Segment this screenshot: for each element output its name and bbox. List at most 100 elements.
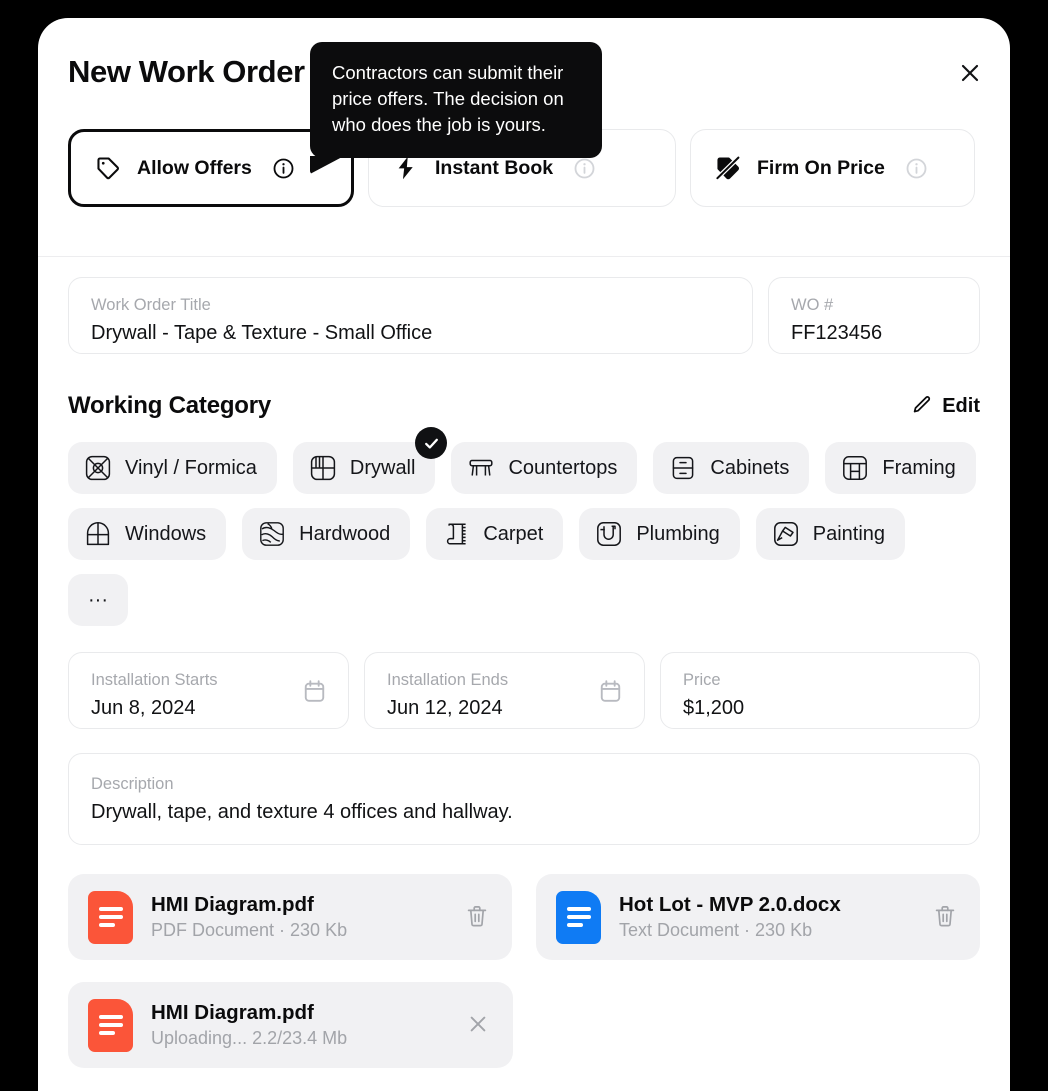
drywall-icon	[309, 454, 337, 482]
chip-vinyl-formica[interactable]: Vinyl / Formica	[68, 442, 277, 494]
installation-starts-field[interactable]: Installation Starts Jun 8, 2024	[68, 652, 349, 729]
field-value: Jun 12, 2024	[387, 697, 503, 719]
hardwood-icon	[258, 520, 286, 548]
vinyl-icon	[84, 454, 112, 482]
chip-label: Windows	[125, 522, 207, 545]
modal-header: New Work Order Allow Offers Instant Book…	[38, 18, 1010, 258]
tab-label: Allow Offers	[137, 156, 252, 179]
docx-file-icon	[556, 890, 601, 944]
header-divider	[38, 256, 1010, 258]
field-value: Drywall - Tape & Texture - Small Office	[91, 322, 433, 344]
chip-cabinets[interactable]: Cabinets	[653, 442, 810, 494]
tag-icon	[95, 155, 121, 181]
chip-painting[interactable]: Painting	[755, 508, 906, 560]
title-fields-row: Work Order Title Drywall - Tape & Textur…	[68, 277, 980, 354]
attachment-card[interactable]: HMI Diagram.pdf PDF Document · 230 Kb	[68, 874, 512, 960]
field-label: WO #	[791, 296, 834, 314]
page-title: New Work Order	[68, 54, 305, 89]
tab-label: Instant Book	[435, 156, 554, 179]
chip-label: Countertops	[508, 456, 618, 479]
chip-hardwood[interactable]: Hardwood	[242, 508, 411, 560]
chip-label: Framing	[882, 456, 956, 479]
attachment-meta: HMI Diagram.pdf Uploading... 2.2/23.4 Mb	[151, 999, 461, 1051]
field-label: Description	[91, 775, 174, 793]
info-icon[interactable]	[272, 157, 295, 180]
upload-status: Uploading... 2.2/23.4 Mb	[151, 1028, 348, 1048]
plumbing-icon	[595, 520, 623, 548]
carpet-icon	[442, 520, 470, 548]
tag-slashed-icon	[715, 155, 741, 181]
field-label: Price	[683, 671, 721, 689]
upload-progress-bar	[88, 1063, 493, 1068]
field-value: Jun 8, 2024	[91, 697, 196, 719]
chip-plumbing[interactable]: Plumbing	[579, 508, 740, 560]
attachment-name: Hot Lot - MVP 2.0.docx	[619, 893, 841, 916]
field-label: Work Order Title	[91, 296, 211, 314]
field-label: Installation Ends	[387, 671, 509, 689]
window-icon	[84, 520, 112, 548]
chip-label: Cabinets	[710, 456, 790, 479]
cancel-upload-button[interactable]	[461, 1008, 495, 1042]
painting-icon	[772, 520, 800, 548]
cabinet-icon	[669, 454, 697, 482]
attachment-meta: HMI Diagram.pdf PDF Document · 230 Kb	[151, 891, 460, 943]
framing-icon	[841, 454, 869, 482]
calendar-icon[interactable]	[302, 678, 327, 703]
info-icon[interactable]	[905, 157, 928, 180]
attachment-meta: Hot Lot - MVP 2.0.docx Text Document · 2…	[619, 891, 928, 943]
attachment-name: HMI Diagram.pdf	[151, 893, 314, 916]
wo-number-field[interactable]: WO # FF123456	[768, 277, 980, 354]
close-icon	[958, 61, 982, 88]
attachment-card[interactable]: Hot Lot - MVP 2.0.docx Text Document · 2…	[536, 874, 980, 960]
check-icon	[415, 427, 448, 459]
chip-windows[interactable]: Windows	[68, 508, 227, 560]
working-category-header: Working Category Edit	[68, 392, 980, 420]
field-value: FF123456	[791, 322, 883, 344]
section-title: Working Category	[68, 392, 272, 419]
pencil-icon	[912, 393, 933, 420]
attachments-list: HMI Diagram.pdf PDF Document · 230 Kb Ho…	[68, 874, 980, 960]
uploading-attachment-card[interactable]: HMI Diagram.pdf Uploading... 2.2/23.4 Mb	[68, 982, 513, 1068]
info-icon[interactable]	[573, 157, 596, 180]
field-value: Drywall, tape, and texture 4 offices and…	[91, 801, 513, 823]
trash-icon	[465, 904, 489, 931]
chip-framing[interactable]: Framing	[825, 442, 976, 494]
edit-categories-button[interactable]: Edit	[912, 393, 980, 420]
price-field[interactable]: Price $1,200	[660, 652, 980, 729]
chip-more-categories[interactable]: ···	[68, 574, 128, 626]
work-order-title-field[interactable]: Work Order Title Drywall - Tape & Textur…	[68, 277, 753, 354]
uploading-list: HMI Diagram.pdf Uploading... 2.2/23.4 Mb	[68, 982, 980, 1068]
chip-label: Hardwood	[299, 522, 391, 545]
edit-label: Edit	[942, 394, 980, 417]
attachment-name: HMI Diagram.pdf	[151, 1001, 314, 1024]
calendar-icon[interactable]	[598, 678, 623, 703]
tab-firm-on-price[interactable]: Firm On Price	[690, 129, 975, 207]
screen-background: New Work Order Allow Offers Instant Book…	[0, 0, 1048, 1091]
category-chip-list: Vinyl / Formica Drywall Countertops Cabi…	[68, 427, 980, 626]
modal-body: Work Order Title Drywall - Tape & Textur…	[38, 277, 1010, 1068]
chip-label: Drywall	[349, 456, 416, 479]
chip-label: Painting	[812, 522, 886, 545]
tab-label: Firm On Price	[757, 156, 885, 179]
allow-offers-tooltip: Contractors can submit their price offer…	[310, 42, 602, 174]
delete-attachment-button[interactable]	[460, 900, 494, 934]
pdf-file-icon	[88, 890, 133, 944]
chip-drywall[interactable]: Drywall	[292, 427, 448, 494]
delete-attachment-button[interactable]	[928, 900, 962, 934]
close-button[interactable]	[950, 54, 990, 94]
new-work-order-modal: New Work Order Allow Offers Instant Book…	[38, 18, 1010, 1091]
countertop-icon	[467, 454, 495, 482]
chip-countertops[interactable]: Countertops	[451, 442, 638, 494]
description-field[interactable]: Description Drywall, tape, and texture 4…	[68, 753, 980, 845]
attachment-subtitle: PDF Document · 230 Kb	[151, 920, 348, 940]
chip-carpet[interactable]: Carpet	[426, 508, 564, 560]
field-label: Installation Starts	[91, 671, 218, 689]
lightning-icon	[393, 155, 419, 181]
chip-label: Carpet	[483, 522, 544, 545]
close-icon	[466, 1012, 490, 1039]
chip-label: ···	[88, 588, 108, 611]
tooltip-text: Contractors can submit their price offer…	[332, 62, 564, 135]
attachment-subtitle: Text Document · 230 Kb	[619, 920, 813, 940]
pdf-file-icon	[88, 998, 133, 1052]
installation-ends-field[interactable]: Installation Ends Jun 12, 2024	[364, 652, 645, 729]
